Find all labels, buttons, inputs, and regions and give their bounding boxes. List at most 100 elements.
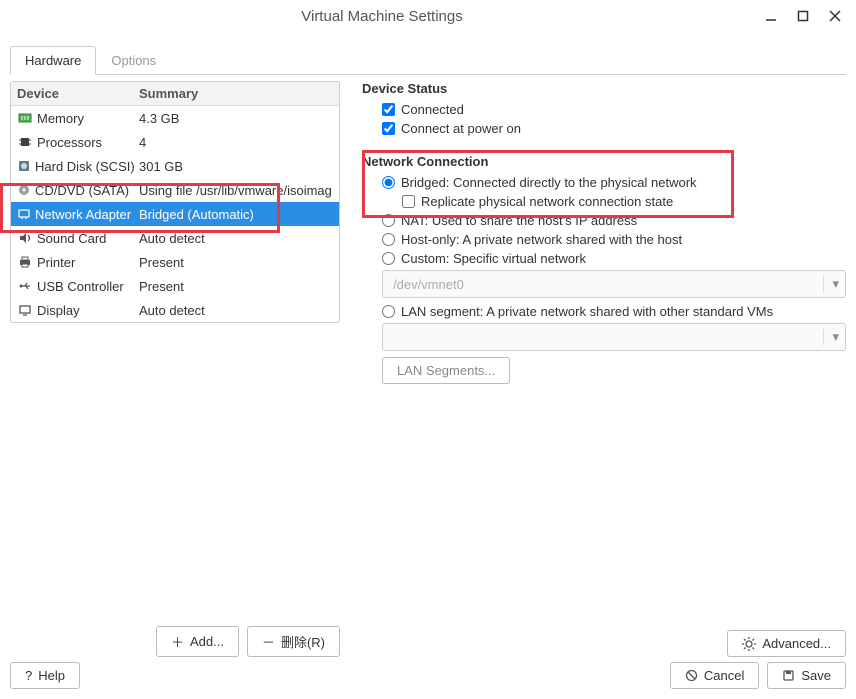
chevron-down-icon: ▾ xyxy=(823,276,839,292)
nat-field[interactable]: NAT: Used to share the host's IP address xyxy=(382,213,846,228)
gear-icon xyxy=(742,637,756,651)
device-status-section: Device Status Connected Connect at power… xyxy=(362,81,846,140)
device-label: USB Controller xyxy=(37,279,124,294)
add-button[interactable]: ＋ Add... xyxy=(156,626,239,657)
maximize-icon[interactable] xyxy=(796,9,810,23)
device-row-display[interactable]: Display Auto detect xyxy=(11,298,339,322)
tab-strip: Hardware Options xyxy=(10,46,846,75)
device-row-network-adapter[interactable]: Network Adapter Bridged (Automatic) xyxy=(11,202,339,226)
device-row-processors[interactable]: Processors 4 xyxy=(11,130,339,154)
network-connection-title: Network Connection xyxy=(362,154,846,169)
bridged-field[interactable]: Bridged: Connected directly to the physi… xyxy=(382,175,846,190)
device-label: Memory xyxy=(37,111,84,126)
device-summary: Present xyxy=(133,275,339,298)
nat-label: NAT: Used to share the host's IP address xyxy=(401,213,637,228)
remove-button-label: 删除(R) xyxy=(281,632,325,651)
connected-checkbox[interactable] xyxy=(382,103,395,116)
connect-poweron-checkbox[interactable] xyxy=(382,122,395,135)
device-label: Display xyxy=(37,303,80,318)
cd-icon xyxy=(17,182,31,198)
device-status-title: Device Status xyxy=(362,81,846,96)
minimize-icon[interactable] xyxy=(764,9,778,23)
lan-field[interactable]: LAN segment: A private network shared wi… xyxy=(382,304,846,319)
col-header-summary: Summary xyxy=(133,82,339,105)
add-button-label: Add... xyxy=(190,634,224,649)
connect-poweron-label: Connect at power on xyxy=(401,121,521,136)
lan-segments-button[interactable]: LAN Segments... xyxy=(382,357,510,384)
title-bar: Virtual Machine Settings xyxy=(0,0,856,32)
save-icon xyxy=(782,669,795,682)
device-summary: Present xyxy=(133,251,339,274)
custom-field[interactable]: Custom: Specific virtual network xyxy=(382,251,846,266)
network-icon xyxy=(17,206,31,222)
cancel-button[interactable]: Cancel xyxy=(670,662,759,689)
close-icon[interactable] xyxy=(828,9,842,23)
device-label: Sound Card xyxy=(37,231,106,246)
footer: ? Help Cancel Save xyxy=(10,662,846,689)
device-summary: 4.3 GB xyxy=(133,107,339,130)
window-title: Virtual Machine Settings xyxy=(0,8,764,25)
help-icon: ? xyxy=(25,668,32,683)
tab-options[interactable]: Options xyxy=(96,46,171,75)
device-label: Processors xyxy=(37,135,102,150)
device-row-printer[interactable]: Printer Present xyxy=(11,250,339,274)
nat-radio[interactable] xyxy=(382,214,395,227)
device-row-usb[interactable]: USB Controller Present xyxy=(11,274,339,298)
cpu-icon xyxy=(17,134,33,150)
usb-icon xyxy=(17,278,33,294)
bridged-radio[interactable] xyxy=(382,176,395,189)
replicate-label: Replicate physical network connection st… xyxy=(421,194,673,209)
bridged-label: Bridged: Connected directly to the physi… xyxy=(401,175,697,190)
hostonly-field[interactable]: Host-only: A private network shared with… xyxy=(382,232,846,247)
col-header-device: Device xyxy=(11,82,133,105)
advanced-button-label: Advanced... xyxy=(762,636,831,651)
chevron-down-icon: ▾ xyxy=(823,329,839,345)
connected-field[interactable]: Connected xyxy=(382,102,846,117)
save-button[interactable]: Save xyxy=(767,662,846,689)
display-icon xyxy=(17,302,33,318)
hostonly-radio[interactable] xyxy=(382,233,395,246)
connected-label: Connected xyxy=(401,102,464,117)
device-row-soundcard[interactable]: Sound Card Auto detect xyxy=(11,226,339,250)
device-summary: 301 GB xyxy=(133,155,339,178)
device-summary: Using file /usr/lib/vmware/isoimag xyxy=(133,179,339,202)
custom-label: Custom: Specific virtual network xyxy=(401,251,586,266)
device-summary: Bridged (Automatic) xyxy=(133,203,339,226)
right-pane: Device Status Connected Connect at power… xyxy=(340,81,846,657)
memory-icon xyxy=(17,110,33,126)
device-table: Device Summary Memory 4.3 GB Processors … xyxy=(10,81,340,323)
hostonly-label: Host-only: A private network shared with… xyxy=(401,232,682,247)
help-button-label: Help xyxy=(38,668,65,683)
advanced-button[interactable]: Advanced... xyxy=(727,630,846,657)
network-connection-section: Network Connection Bridged: Connected di… xyxy=(362,154,846,384)
device-label: Network Adapter xyxy=(35,207,131,222)
device-label: CD/DVD (SATA) xyxy=(35,183,129,198)
harddisk-icon xyxy=(17,158,31,174)
device-label: Printer xyxy=(37,255,75,270)
custom-radio[interactable] xyxy=(382,252,395,265)
tab-hardware[interactable]: Hardware xyxy=(10,46,96,75)
device-row-harddisk[interactable]: Hard Disk (SCSI) 301 GB xyxy=(11,154,339,178)
replicate-field[interactable]: Replicate physical network connection st… xyxy=(402,194,846,209)
device-summary: Auto detect xyxy=(133,299,339,322)
help-button[interactable]: ? Help xyxy=(10,662,80,689)
replicate-checkbox[interactable] xyxy=(402,195,415,208)
connect-poweron-field[interactable]: Connect at power on xyxy=(382,121,846,136)
custom-vmnet-value: /dev/vmnet0 xyxy=(393,277,464,292)
save-button-label: Save xyxy=(801,668,831,683)
cancel-button-label: Cancel xyxy=(704,668,744,683)
lan-radio[interactable] xyxy=(382,305,395,318)
plus-icon: ＋ xyxy=(171,632,184,651)
device-label: Hard Disk (SCSI) xyxy=(35,159,135,174)
cancel-icon xyxy=(685,669,698,682)
device-summary: 4 xyxy=(133,131,339,154)
lan-label: LAN segment: A private network shared wi… xyxy=(401,304,773,319)
device-row-cddvd[interactable]: CD/DVD (SATA) Using file /usr/lib/vmware… xyxy=(11,178,339,202)
remove-button[interactable]: － 删除(R) xyxy=(247,626,340,657)
lan-segments-button-label: LAN Segments... xyxy=(397,363,495,378)
lan-segment-combo[interactable]: ▾ xyxy=(382,323,846,351)
minus-icon: － xyxy=(262,632,275,651)
device-row-memory[interactable]: Memory 4.3 GB xyxy=(11,106,339,130)
sound-icon xyxy=(17,230,33,246)
custom-vmnet-combo[interactable]: /dev/vmnet0 ▾ xyxy=(382,270,846,298)
